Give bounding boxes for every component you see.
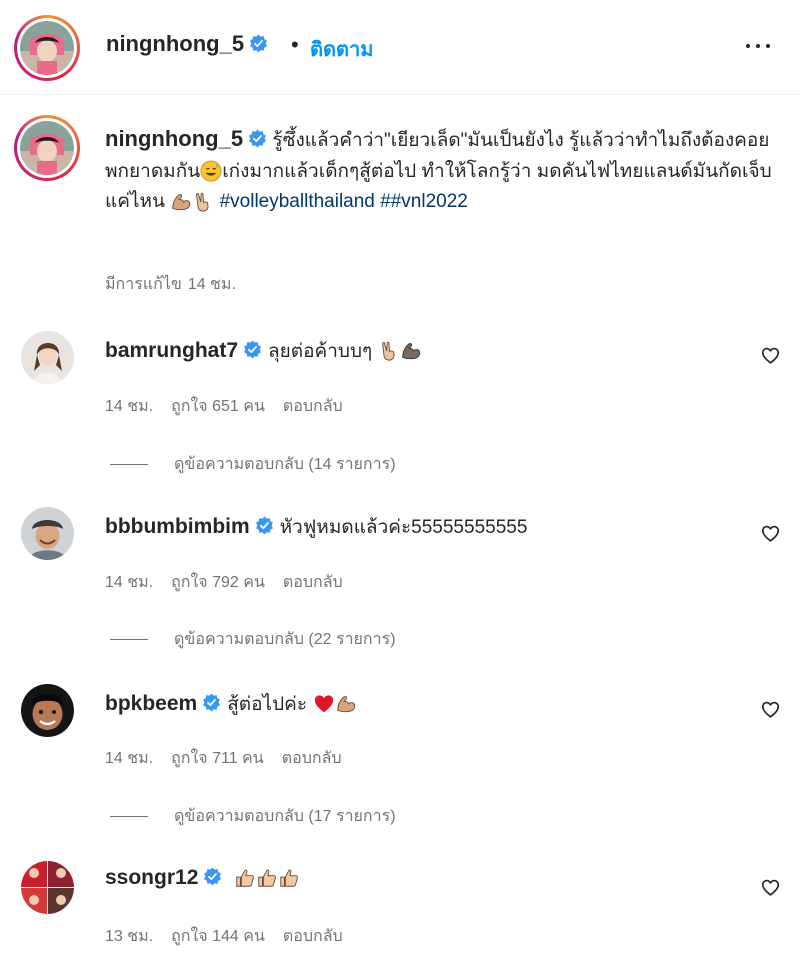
- flexed-biceps-emoji: [170, 191, 192, 213]
- comment-username[interactable]: bpkbeem: [105, 692, 197, 715]
- follow-button[interactable]: ติดตาม: [310, 33, 373, 65]
- comment-time[interactable]: 13 ชม.: [105, 928, 153, 945]
- view-replies-button[interactable]: ดูข้อความตอบกลับ (17 รายการ): [110, 804, 396, 829]
- comment-likes[interactable]: ถูกใจ 792 คน: [171, 574, 265, 591]
- view-replies-label: ดูข้อความตอบกลับ (17 รายการ): [174, 808, 396, 825]
- comment-meta: 14 ชม. ถูกใจ 711 คน ตอบกลับ: [105, 746, 360, 771]
- avatar-image: [20, 121, 74, 175]
- replies-divider-line: [110, 639, 148, 641]
- view-replies-label: ดูข้อความตอบกลับ (14 รายการ): [174, 456, 396, 473]
- comment-time[interactable]: 14 ชม.: [105, 574, 153, 591]
- hashtag-vnl2022[interactable]: ##vnl2022: [380, 191, 468, 212]
- comment-likes[interactable]: ถูกใจ 144 คน: [171, 928, 265, 945]
- heart-icon[interactable]: [761, 347, 780, 364]
- view-replies-button[interactable]: ดูข้อความตอบกลับ (22 รายการ): [110, 627, 396, 652]
- avatar-image: [21, 507, 74, 560]
- verified-badge-icon: [255, 516, 274, 535]
- comment-meta: 14 ชม. ถูกใจ 792 คน ตอบกลับ: [105, 570, 361, 595]
- grinning-sweat-emoji: [200, 160, 222, 183]
- avatar-image: [21, 861, 74, 914]
- avatar-image: [20, 21, 74, 75]
- comment-time[interactable]: 14 ชม.: [105, 398, 153, 415]
- post-header: ningnhong_5 • ติดตาม: [0, 0, 800, 95]
- comment-likes[interactable]: ถูกใจ 711 คน: [171, 750, 264, 767]
- thumbs-up-emoji: [278, 867, 300, 889]
- comment-likes[interactable]: ถูกใจ 651 คน: [171, 398, 265, 415]
- comment-username[interactable]: ssongr12: [105, 866, 198, 889]
- reply-button[interactable]: ตอบกลับ: [282, 750, 342, 767]
- verified-badge-icon: [249, 34, 268, 53]
- comment-time[interactable]: 14 ชม.: [105, 750, 153, 767]
- thumbs-up-emoji: [234, 867, 256, 889]
- reply-button[interactable]: ตอบกลับ: [283, 574, 343, 591]
- thumbs-up-emoji: [256, 867, 278, 889]
- replies-divider-line: [110, 816, 148, 818]
- red-heart-emoji: [314, 695, 334, 713]
- flexed-biceps-emoji: [335, 693, 357, 715]
- verified-badge-icon: [243, 340, 262, 359]
- header-username[interactable]: ningnhong_5: [106, 31, 244, 56]
- reply-button[interactable]: ตอบกลับ: [283, 398, 343, 415]
- caption-time[interactable]: 14 ชม.: [188, 276, 236, 293]
- view-replies-label: ดูข้อความตอบกลับ (22 รายการ): [174, 631, 396, 648]
- heart-icon[interactable]: [761, 525, 780, 542]
- caption-text: ningnhong_5 รู้ซึ้งแล้วคำว่า"เยียวเล็ด"ม…: [105, 124, 775, 218]
- replies-divider-line: [110, 464, 148, 466]
- comment-row: bpkbeem สู้ต่อไปค่ะ: [105, 689, 357, 719]
- victory-hand-emoji: [192, 191, 214, 213]
- profile-avatar[interactable]: [14, 15, 80, 81]
- comment-username[interactable]: bamrunghat7: [105, 339, 238, 362]
- comment-avatar[interactable]: [21, 331, 74, 384]
- caption-avatar[interactable]: [14, 115, 80, 181]
- reply-button[interactable]: ตอบกลับ: [283, 928, 343, 945]
- verified-badge-icon: [203, 867, 222, 886]
- comment-avatar[interactable]: [21, 861, 74, 914]
- more-options-icon[interactable]: [744, 36, 772, 56]
- caption-username[interactable]: ningnhong_5: [105, 126, 243, 151]
- hashtag-volleyballthailand[interactable]: #volleyballthailand: [220, 191, 375, 212]
- separator-dot: •: [291, 32, 299, 57]
- victory-hand-emoji: [378, 340, 400, 362]
- comment-avatar[interactable]: [21, 507, 74, 560]
- view-replies-button[interactable]: ดูข้อความตอบกลับ (14 รายการ): [110, 452, 396, 477]
- caption-meta: มีการแก้ไข 14 ชม.: [105, 272, 254, 297]
- heart-icon[interactable]: [761, 879, 780, 896]
- comment-meta: 13 ชม. ถูกใจ 144 คน ตอบกลับ: [105, 924, 361, 949]
- comment-row: bbbumbimbim หัวฟูหมดแล้วค่ะ55555555555: [105, 512, 527, 542]
- comment-avatar[interactable]: [21, 684, 74, 737]
- verified-badge-icon: [248, 129, 267, 148]
- comment-text: สู้ต่อไปค่ะ: [227, 694, 308, 715]
- comment-row: bamrunghat7 ลุยต่อค้าบบๆ: [105, 336, 422, 366]
- flexed-biceps-emoji: [400, 340, 422, 362]
- comment-row: ssongr12: [105, 866, 300, 890]
- heart-icon[interactable]: [761, 701, 780, 718]
- avatar-image: [21, 331, 74, 384]
- comment-text: ลุยต่อค้าบบๆ: [268, 341, 373, 362]
- header-username-row: ningnhong_5: [106, 31, 268, 57]
- comment-text: หัวฟูหมดแล้วค่ะ55555555555: [279, 517, 528, 538]
- comment-meta: 14 ชม. ถูกใจ 651 คน ตอบกลับ: [105, 394, 361, 419]
- verified-badge-icon: [202, 693, 221, 712]
- avatar-image: [21, 684, 74, 737]
- edited-label: มีการแก้ไข: [105, 276, 182, 293]
- comment-username[interactable]: bbbumbimbim: [105, 515, 250, 538]
